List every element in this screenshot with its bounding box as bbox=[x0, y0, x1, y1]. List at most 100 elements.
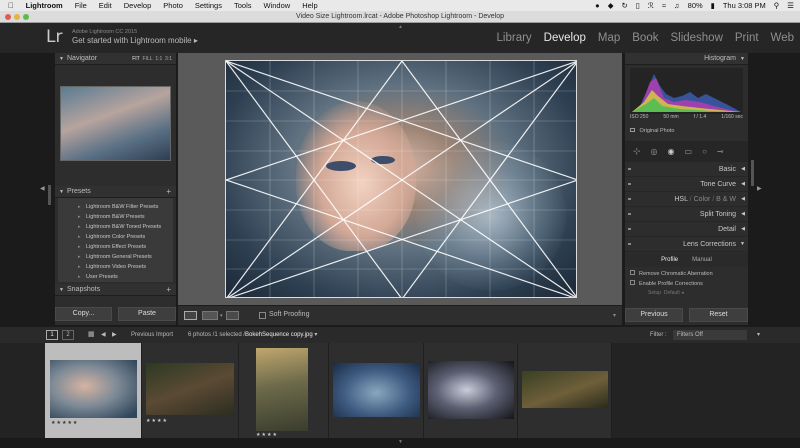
menu-develop[interactable]: Develop bbox=[124, 0, 152, 11]
source-label[interactable]: Previous Import bbox=[131, 327, 173, 343]
selected-filename[interactable]: BokehSequence copy.jpg bbox=[245, 332, 313, 338]
copy-button[interactable]: Copy... bbox=[55, 307, 112, 321]
histogram[interactable] bbox=[630, 68, 743, 114]
zoom-fill[interactable]: FILL bbox=[143, 56, 153, 62]
preset-folder[interactable]: Lightroom Video Presets bbox=[58, 262, 173, 272]
battery-icon[interactable]: ▮ bbox=[711, 0, 715, 11]
status-wifi-icon[interactable]: ≈ bbox=[662, 0, 666, 11]
bottom-panel-toggle-icon[interactable]: ▼ bbox=[398, 439, 403, 445]
before-after-view-icon[interactable] bbox=[202, 311, 218, 320]
soft-proofing-checkbox[interactable] bbox=[259, 312, 266, 319]
right-panel-toggle-icon[interactable]: ▶ bbox=[757, 185, 762, 192]
paste-button[interactable]: Paste bbox=[118, 307, 176, 321]
adjustment-brush-icon[interactable]: ⊸ bbox=[717, 147, 724, 156]
left-panel-toggle-icon[interactable]: ◀ bbox=[40, 185, 45, 192]
spotlight-icon[interactable]: ⚲ bbox=[774, 0, 780, 11]
section-lens-corrections[interactable]: Lens Corrections ▼ bbox=[625, 237, 748, 252]
notification-icon[interactable]: ☰ bbox=[787, 0, 794, 11]
loupe-view-icon[interactable] bbox=[184, 311, 197, 320]
zoom-fit[interactable]: FIT bbox=[132, 56, 140, 62]
filmstrip-thumbnail[interactable] bbox=[146, 363, 234, 415]
status-bluetooth-icon[interactable]: ℛ bbox=[648, 0, 654, 11]
xy-swap-icon[interactable] bbox=[226, 311, 239, 320]
section-hsl[interactable]: HSL / Color / B & W ◀ bbox=[625, 192, 748, 207]
section-detail[interactable]: Detail ◀ bbox=[625, 222, 748, 237]
panel-switch-icon[interactable] bbox=[628, 228, 631, 230]
histogram-header[interactable]: Histogram ▼ bbox=[625, 53, 748, 65]
zoom-window-icon[interactable] bbox=[23, 14, 29, 20]
remove-ca-row[interactable]: Remove Chromatic Aberration bbox=[630, 270, 743, 280]
menu-window[interactable]: Window bbox=[264, 0, 291, 11]
menu-tools[interactable]: Tools bbox=[234, 0, 252, 11]
spot-removal-icon[interactable]: ◎ bbox=[651, 147, 658, 156]
preset-folder[interactable]: Lightroom Effect Presets bbox=[58, 242, 173, 252]
menu-photo[interactable]: Photo bbox=[163, 0, 183, 11]
tab-hsl[interactable]: HSL bbox=[674, 196, 687, 203]
tab-bw[interactable]: B & W bbox=[716, 196, 736, 203]
status-record-icon[interactable]: ● bbox=[595, 0, 600, 11]
module-slideshow[interactable]: Slideshow bbox=[670, 32, 722, 44]
panel-switch-icon[interactable] bbox=[628, 168, 631, 170]
remove-ca-checkbox[interactable] bbox=[630, 270, 635, 275]
filmstrip-menu-icon[interactable]: ▾ bbox=[757, 327, 760, 343]
left-scrollbar[interactable] bbox=[48, 185, 51, 205]
panel-switch-icon[interactable] bbox=[628, 243, 631, 245]
preset-folder[interactable]: Lightroom B&W Filter Presets bbox=[58, 202, 173, 212]
add-snapshot-icon[interactable]: + bbox=[166, 284, 171, 296]
reset-button[interactable]: Reset bbox=[689, 308, 748, 322]
panel-switch-icon[interactable] bbox=[628, 183, 631, 185]
filmstrip-thumbnail[interactable] bbox=[333, 363, 420, 417]
original-photo-checkbox[interactable] bbox=[630, 128, 635, 132]
preset-folder[interactable]: Lightroom B&W Presets bbox=[58, 212, 173, 222]
status-airplay-icon[interactable]: ▯ bbox=[636, 0, 640, 11]
presets-header[interactable]: ▼ Presets + bbox=[55, 186, 176, 198]
menu-settings[interactable]: Settings bbox=[195, 0, 222, 11]
forward-arrow-icon[interactable]: ▶ bbox=[112, 327, 117, 343]
snapshots-header[interactable]: ▼ Snapshots + bbox=[55, 284, 176, 296]
tab-profile[interactable]: Profile bbox=[661, 253, 678, 267]
filmstrip-cell[interactable] bbox=[329, 343, 424, 438]
filmstrip-cell[interactable]: ★★★★ bbox=[239, 343, 329, 438]
previous-button[interactable]: Previous bbox=[625, 308, 683, 322]
panel-switch-icon[interactable] bbox=[628, 198, 631, 200]
filmstrip-cell[interactable] bbox=[424, 343, 518, 438]
tab-color[interactable]: Color bbox=[694, 196, 711, 203]
tab-manual[interactable]: Manual bbox=[692, 253, 712, 267]
add-preset-icon[interactable]: + bbox=[166, 186, 171, 198]
enable-profile-checkbox[interactable] bbox=[630, 280, 635, 285]
module-develop[interactable]: Develop bbox=[544, 32, 586, 44]
window-2-button[interactable]: 2 bbox=[62, 330, 74, 340]
status-volume-icon[interactable]: ♫ bbox=[674, 0, 680, 11]
graduated-filter-icon[interactable]: ▭ bbox=[685, 147, 693, 156]
top-panel-toggle-icon[interactable]: ▲ bbox=[398, 24, 403, 30]
module-library[interactable]: Library bbox=[497, 32, 532, 44]
menu-edit[interactable]: Edit bbox=[99, 0, 112, 11]
navigator-header[interactable]: ▼ Navigator FIT FILL 1:1 3:1 bbox=[55, 53, 176, 65]
battery-percent[interactable]: 80% bbox=[688, 0, 703, 11]
filmstrip-thumbnail[interactable] bbox=[428, 361, 514, 419]
zoom-3-1[interactable]: 3:1 bbox=[165, 56, 172, 62]
filter-select[interactable]: Filters Off bbox=[673, 330, 747, 340]
preset-folder[interactable]: Lightroom B&W Toned Presets bbox=[58, 222, 173, 232]
radial-filter-icon[interactable]: ○ bbox=[702, 147, 707, 156]
grid-view-icon[interactable]: ▦ bbox=[88, 327, 95, 343]
filmstrip-cell[interactable] bbox=[518, 343, 612, 438]
original-photo-row[interactable]: Original Photo bbox=[630, 128, 674, 134]
module-web[interactable]: Web bbox=[771, 32, 794, 44]
rating-stars[interactable]: ★★★★ bbox=[146, 418, 168, 424]
section-basic[interactable]: Basic ◀ bbox=[625, 162, 748, 177]
filmstrip-thumbnail[interactable] bbox=[50, 360, 137, 418]
preset-folder[interactable]: User Presets bbox=[58, 272, 173, 282]
module-book[interactable]: Book bbox=[632, 32, 658, 44]
module-print[interactable]: Print bbox=[735, 32, 759, 44]
clock[interactable]: Thu 3:08 PM bbox=[723, 0, 766, 11]
section-tone-curve[interactable]: Tone Curve ◀ bbox=[625, 177, 748, 192]
menu-help[interactable]: Help bbox=[302, 0, 317, 11]
filmstrip-cell[interactable]: ★★★★★ bbox=[45, 343, 142, 438]
filmstrip-thumbnail[interactable] bbox=[522, 371, 608, 408]
bottom-panel-toggle[interactable]: ▼ bbox=[0, 438, 800, 448]
setup-value[interactable]: Default bbox=[664, 290, 680, 296]
crop-tool-icon[interactable]: ⊹ bbox=[633, 146, 641, 157]
window-1-button[interactable]: 1 bbox=[46, 330, 58, 340]
apple-icon[interactable]:  bbox=[8, 0, 14, 11]
